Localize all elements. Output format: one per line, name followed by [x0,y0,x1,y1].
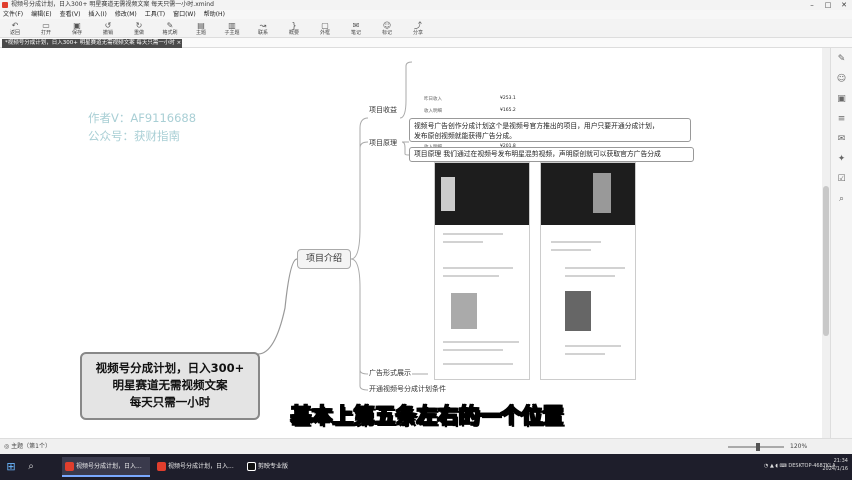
ad-screenshot-left [434,162,530,380]
menu-edit[interactable]: 编辑(E) [31,10,51,19]
xmind-icon [65,462,74,471]
tool-note-button[interactable]: ✉ 笔记 [345,21,367,36]
search-panel-icon[interactable]: ⌕ [839,194,844,204]
boundary-icon: ▢ [321,20,329,30]
video-subtitle: 基本上第五条左右的一个位置 [290,403,564,428]
maximize-icon[interactable]: □ [820,0,836,10]
corner-topic-card[interactable]: 视频号分成计划，日入300+ 明星赛道无需视频文案 每天只需一小时 [80,352,260,420]
zoom-slider-knob[interactable] [756,443,760,451]
node-principle-detail[interactable]: 项目原理 我们通过在视频号发布明星混剪视频，声明原创就可以获取官方广告分成 [409,147,694,162]
tool-summary-button[interactable]: } 概要 [283,21,305,36]
share-icon: ⤴ [414,20,422,30]
xmind-app-icon [2,2,8,8]
mindmap-canvas[interactable]: 作者V：AF9116688 公众号：获财指南 昨日收入 ¥253.1 收入明细 ¥1… [0,48,822,438]
open-icon: ▭ [42,20,50,30]
back-icon: ↶ [11,20,19,30]
app-window: 视频号分成计划，日入300+ 明星赛道无需视频文案 每天只需一小时.xmind … [0,0,852,480]
tool-save-button[interactable]: ▣ 保存 [66,21,88,36]
outline-panel-icon[interactable]: ≡ [838,114,846,124]
watermark-account: 公众号：获财指南 [88,129,180,143]
ad-screenshot-right [540,162,636,380]
note-icon: ✉ [352,20,360,30]
taskbar-item[interactable]: 视频号分成计划，日入... [62,457,150,477]
windows-start-icon[interactable]: ⊞ [4,460,18,474]
tool-format-button[interactable]: ✎ 格式刷 [159,21,181,36]
clock[interactable]: 21:34 2024/1/16 [822,457,848,473]
taskbar-item[interactable]: 剪映专业版 [244,457,304,477]
save-icon: ▣ [73,20,81,30]
menu-help[interactable]: 帮助(H) [204,10,225,19]
taskbar: ⊞ ⌕ 视频号分成计划，日入... 视频号分成计划，日入... 剪映专业版 ◔ … [0,454,852,480]
tool-back-button[interactable]: ↶ 返回 [4,21,26,36]
node-open-conditions[interactable]: 开通视频号分成计划条件 [369,384,446,394]
right-side-panel: ✎ ☺ ▣ ≡ ✉ ✦ ☑ ⌕ [830,48,852,440]
menu-bar: 文件(F) 编辑(E) 查看(V) 插入(I) 修改(M) 工具(T) 窗口(W… [0,10,852,19]
image-panel-icon[interactable]: ▣ [837,94,846,104]
tab-document[interactable]: *视频号分成计划，日入300+ 明星赛道无需视频文案 每天只需一小时 × [2,39,182,48]
topic-icon: ▤ [197,20,205,30]
redo-icon: ↻ [135,20,143,30]
watermark-author: 作者V：AF9116688 [88,111,197,125]
tool-relation-button[interactable]: ↝ 联系 [252,21,274,36]
tool-boundary-button[interactable]: ▢ 外框 [314,21,336,36]
menu-file[interactable]: 文件(F) [3,10,23,19]
menu-view[interactable]: 查看(V) [60,10,81,19]
status-text: ◎ 主题（第1个） [4,443,51,450]
tool-redo-button[interactable]: ↻ 重做 [128,21,150,36]
menu-insert[interactable]: 插入(I) [88,10,106,19]
status-bar: ◎ 主题（第1个） 120% [0,438,852,454]
notes-panel-icon[interactable]: ✉ [838,134,846,144]
icons-panel-icon[interactable]: ☺ [837,74,846,84]
relation-icon: ↝ [259,20,267,30]
format-icon: ✎ [166,20,174,30]
minimize-icon[interactable]: – [804,0,820,10]
document-tab-bar: *视频号分成计划，日入300+ 明星赛道无需视频文案 每天只需一小时 × [0,38,852,48]
search-icon[interactable]: ⌕ [24,460,38,474]
title-bar: 视频号分成计划，日入300+ 明星赛道无需视频文案 每天只需一小时.xmind … [0,0,852,10]
xmind-icon [157,462,166,471]
marker-icon: ☺ [382,20,392,30]
tool-share-button[interactable]: ⤴ 分享 [407,21,429,36]
node-ad-display[interactable]: 广告形式展示 [369,368,411,378]
task-panel-icon[interactable]: ☑ [837,174,845,184]
tool-topic-button[interactable]: ▤ 主题 [190,21,212,36]
subtopic-icon: ▥ [228,20,236,30]
comment-panel-icon[interactable]: ✦ [838,154,846,164]
menu-modify[interactable]: 修改(M) [115,10,137,19]
node-principle-description[interactable]: 视频号广告创作分成计划这个是视频号官方推出的项目，用户只要开通分成计划， 发布原… [409,118,691,142]
jianying-icon [247,462,256,471]
tool-subtopic-button[interactable]: ▥ 子主题 [221,21,243,36]
menu-tools[interactable]: 工具(T) [145,10,165,19]
node-project-intro[interactable]: 项目介绍 [297,249,351,269]
list-item: 昨日收入 ¥253.1 [424,96,516,102]
window-title: 视频号分成计划，日入300+ 明星赛道无需视频文案 每天只需一小时.xmind [11,1,214,8]
node-project-principle[interactable]: 项目原理 [369,138,397,148]
menu-window[interactable]: 窗口(W) [173,10,196,19]
node-project-income[interactable]: 项目收益 [369,105,397,115]
summary-icon: } [291,20,297,30]
tool-marker-button[interactable]: ☺ 标记 [376,21,398,36]
tool-open-button[interactable]: ▭ 打开 [35,21,57,36]
scroll-thumb[interactable] [823,186,829,336]
taskbar-item[interactable]: 视频号分成计划，日入... [154,457,240,477]
close-icon[interactable]: ✕ [836,0,852,10]
vertical-scrollbar[interactable] [822,48,830,438]
zoom-level[interactable]: 120% [790,439,807,455]
toolbar: ↶ 返回 ▭ 打开 ▣ 保存 ↺ 撤销 ↻ 重做 ✎ 格式刷 ▤ 主题 ▥ 子主题 ↝ 联系 } 概… [0,19,852,38]
undo-icon: ↺ [104,20,112,30]
tool-undo-button[interactable]: ↺ 撤销 [97,21,119,36]
format-panel-icon[interactable]: ✎ [838,54,846,64]
